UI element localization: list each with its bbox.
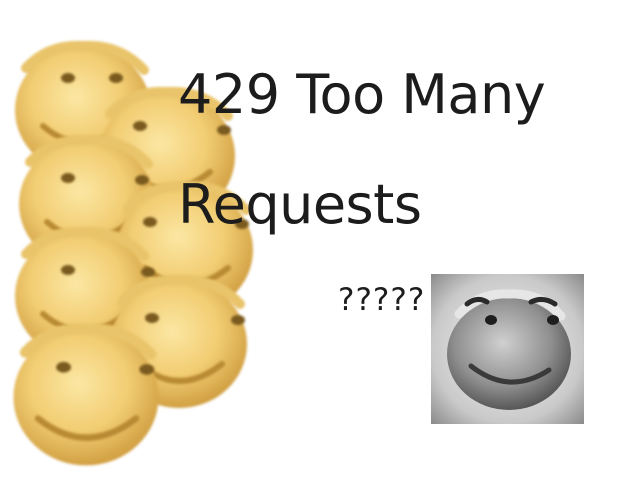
grayscale-smiley-icon bbox=[431, 274, 584, 424]
yellow-smiley-icon bbox=[6, 320, 166, 470]
meme-canvas: 429 Too Many Requests ????? bbox=[0, 0, 631, 491]
meme-title: 429 Too Many Requests bbox=[178, 63, 546, 236]
question-marks: ????? bbox=[338, 282, 426, 318]
